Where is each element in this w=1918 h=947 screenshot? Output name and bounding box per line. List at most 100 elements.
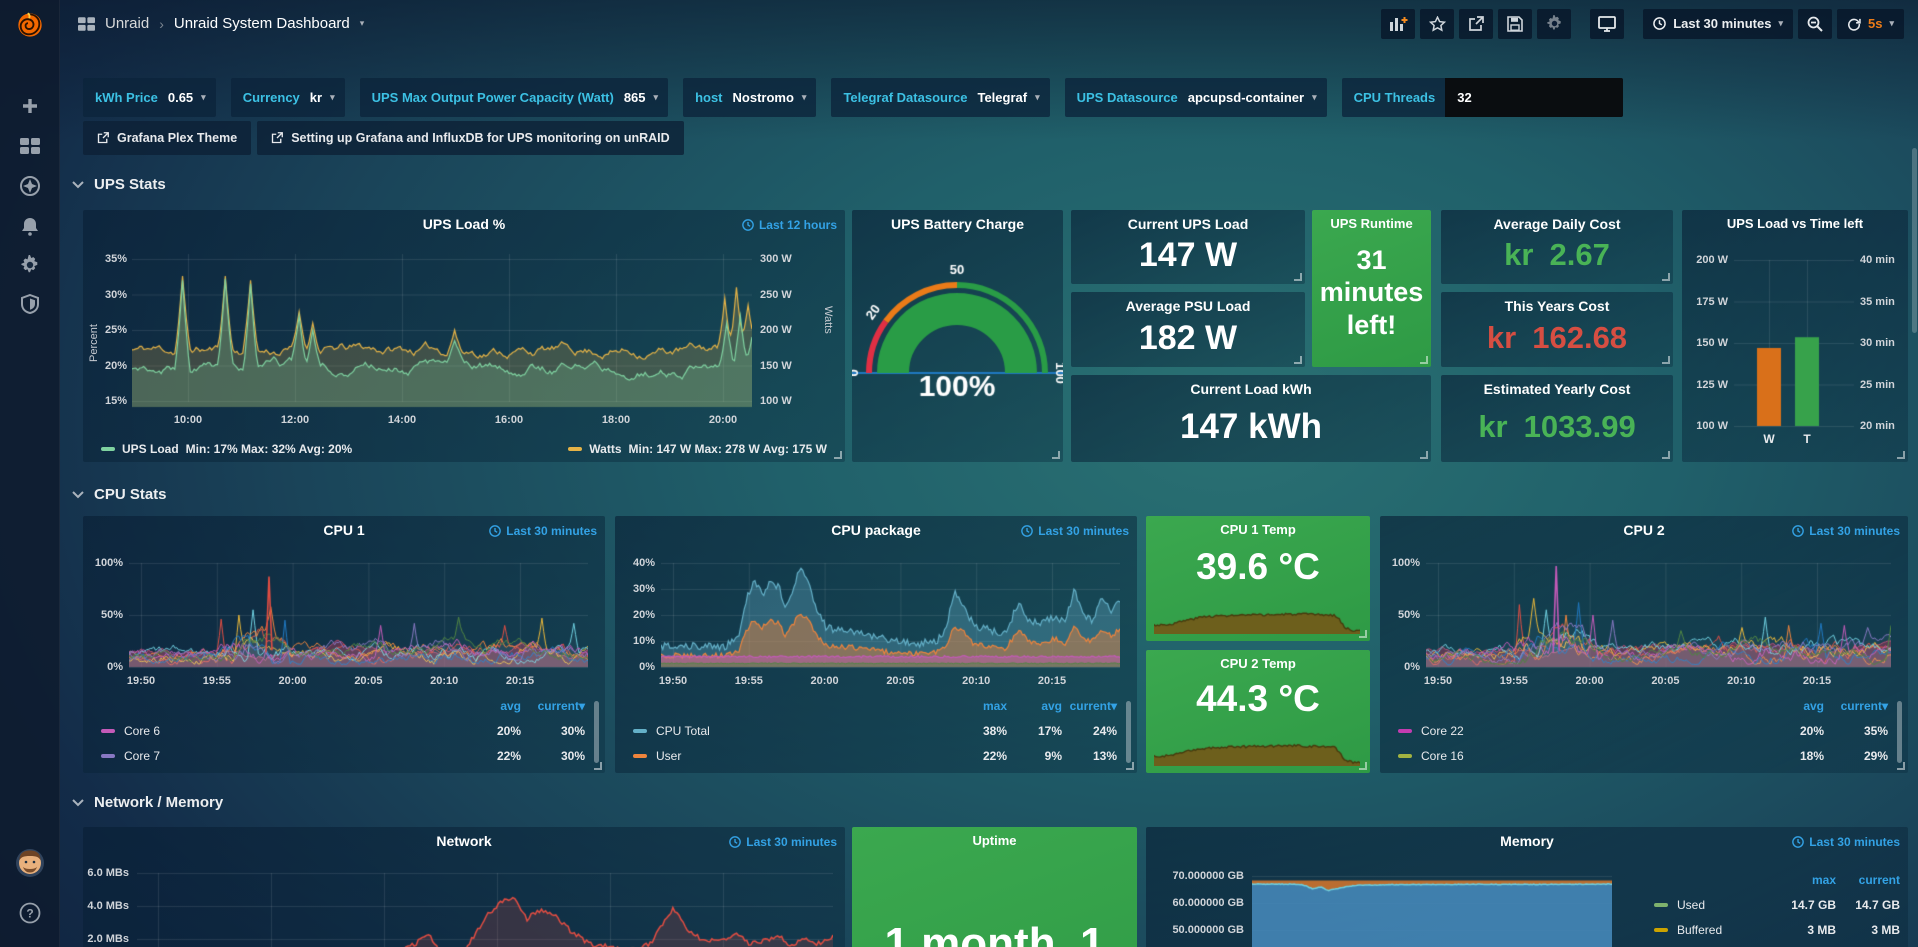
axis-tick: 50% [83, 608, 123, 622]
legend-row[interactable]: Core 620%30% [101, 718, 585, 743]
panel-title[interactable]: CPU 1 Temp [1146, 522, 1370, 537]
panel-title[interactable]: Estimated Yearly Cost [1441, 381, 1673, 397]
link-ups-monitoring-guide[interactable]: Setting up Grafana and InfluxDB for UPS … [257, 121, 683, 155]
chevron-down-icon: ▾ [1889, 19, 1894, 28]
chevron-down-icon [72, 799, 84, 807]
time-range-badge[interactable]: Last 30 minutes [1021, 524, 1129, 538]
chart-canvas[interactable] [137, 867, 833, 947]
chevron-down-icon: ▾ [654, 93, 659, 102]
time-range-picker[interactable]: Last 30 minutes ▾ [1643, 9, 1793, 39]
panel-title[interactable]: Current UPS Load [1071, 216, 1305, 232]
variable-currency[interactable]: Currencykr▾ [231, 78, 345, 117]
legend-sort-current[interactable]: current▾ [521, 699, 585, 713]
sidebar-item-dashboards[interactable] [0, 128, 60, 164]
panel-title[interactable]: Uptime [852, 833, 1137, 848]
time-range-badge[interactable]: Last 30 minutes [1792, 835, 1900, 849]
sidebar-item-alerting[interactable] [0, 208, 60, 244]
variable-telegraf-datasource[interactable]: Telegraf DatasourceTelegraf▾ [831, 78, 1049, 117]
axis-tick: 19:50 [1414, 674, 1462, 688]
sidebar-item-configuration[interactable] [0, 247, 60, 283]
sidebar-item-profile[interactable] [0, 845, 60, 881]
chart-canvas[interactable] [852, 236, 1063, 450]
variable-host[interactable]: hostNostromo▾ [683, 78, 816, 117]
series-marker [568, 447, 582, 451]
grafana-logo[interactable] [0, 6, 60, 44]
save-dashboard-button[interactable] [1498, 9, 1532, 39]
time-range-badge[interactable]: Last 30 minutes [489, 524, 597, 538]
legend-row[interactable]: CPU Total38%17%24% [633, 718, 1117, 743]
panel-title[interactable]: Average PSU Load [1071, 298, 1305, 314]
series-marker [101, 754, 115, 758]
add-panel-button[interactable] [1381, 9, 1415, 39]
legend-sort-avg[interactable]: avg [457, 699, 521, 713]
link-grafana-plex-theme[interactable]: Grafana Plex Theme [83, 121, 251, 155]
sidebar-item-create[interactable] [0, 88, 60, 124]
legend-sort-max[interactable]: max [1772, 873, 1836, 887]
time-range-badge[interactable]: Last 12 hours [742, 218, 837, 232]
sidebar: ? [0, 0, 60, 947]
legend-sort-max[interactable]: max [952, 699, 1007, 713]
legend-row[interactable]: Buffered3 MB3 MB [1654, 917, 1900, 942]
panel-title[interactable]: CPU 2 Temp [1146, 656, 1370, 671]
axis-tick: 20:05 [1641, 674, 1689, 688]
chart-canvas[interactable] [1252, 871, 1612, 947]
legend-sort-current[interactable]: current▾ [1824, 699, 1888, 713]
panel-title[interactable]: UPS Load % [83, 216, 845, 232]
legend-scrollbar[interactable] [1126, 701, 1131, 763]
series-marker [101, 447, 115, 451]
section-network-memory[interactable]: Network / Memory [72, 794, 223, 811]
legend-item-watts[interactable]: WattsMin: 147 W Max: 278 W Avg: 175 W [568, 442, 827, 456]
breadcrumb-caret-icon[interactable]: ▾ [360, 19, 365, 28]
page-scrollbar[interactable] [1912, 148, 1917, 333]
panel-title[interactable]: UPS Battery Charge [852, 216, 1063, 232]
chart-canvas[interactable] [1154, 602, 1360, 634]
chart-canvas[interactable] [1154, 734, 1360, 766]
section-cpu-stats[interactable]: CPU Stats [72, 486, 167, 503]
legend-item-ups-load[interactable]: UPS LoadMin: 17% Max: 32% Avg: 20% [101, 442, 352, 456]
legend-sort-current[interactable]: current▾ [1062, 699, 1117, 713]
sidebar-item-explore[interactable] [0, 168, 60, 204]
legend-row[interactable]: Core 722%30% [101, 743, 585, 768]
chart-canvas[interactable] [1426, 561, 1891, 669]
legend-row[interactable]: Used14.7 GB14.7 GB [1654, 892, 1900, 917]
variable-kwh-price[interactable]: kWh Price0.65▾ [83, 78, 216, 117]
star-dashboard-button[interactable] [1420, 9, 1454, 39]
legend-row[interactable]: User22%9%13% [633, 743, 1117, 768]
panel-title[interactable]: Current Load kWh [1071, 381, 1431, 397]
breadcrumb-section[interactable]: Unraid [105, 15, 149, 32]
chart-canvas[interactable] [129, 561, 588, 669]
legend-row[interactable]: Core 2220%35% [1398, 718, 1888, 743]
navbar: Unraid › Unraid System Dashboard ▾ [60, 0, 1918, 47]
axis-tick: 2.0 MBs [83, 932, 129, 946]
clock-icon [742, 219, 754, 231]
cpu-threads-input[interactable]: 32 [1445, 78, 1623, 117]
legend-row[interactable]: Core 1618%29% [1398, 743, 1888, 768]
chart-canvas[interactable] [1682, 210, 1908, 462]
legend-sort-avg[interactable]: avg [1007, 699, 1062, 713]
cycle-view-mode-button[interactable] [1590, 9, 1624, 39]
variable-ups-datasource[interactable]: UPS Datasourceapcupsd-container▾ [1065, 78, 1327, 117]
panel-title[interactable]: Average Daily Cost [1441, 216, 1673, 232]
refresh-picker[interactable]: 5s ▾ [1837, 9, 1904, 39]
variable-ups-max-output[interactable]: UPS Max Output Power Capacity (Watt)865▾ [360, 78, 668, 117]
panel-title[interactable]: UPS Runtime [1312, 216, 1431, 231]
sidebar-item-server-admin[interactable] [0, 286, 60, 322]
section-ups-stats[interactable]: UPS Stats [72, 176, 166, 193]
panel-title[interactable]: This Years Cost [1441, 298, 1673, 314]
sidebar-item-help[interactable]: ? [0, 895, 60, 931]
chevron-down-icon: ▾ [802, 93, 807, 102]
chart-canvas[interactable] [661, 561, 1120, 669]
legend-scrollbar[interactable] [1897, 701, 1902, 763]
breadcrumb: Unraid › Unraid System Dashboard ▾ [78, 15, 364, 32]
legend-sort-current[interactable]: current [1836, 873, 1900, 887]
chart-canvas[interactable] [132, 250, 752, 408]
share-dashboard-button[interactable] [1459, 9, 1493, 39]
time-range-badge[interactable]: Last 30 minutes [1792, 524, 1900, 538]
time-range-badge[interactable]: Last 30 minutes [729, 835, 837, 849]
share-icon [1468, 16, 1484, 32]
legend-scrollbar[interactable] [594, 701, 599, 763]
zoom-out-time-button[interactable] [1798, 9, 1832, 39]
breadcrumb-page[interactable]: Unraid System Dashboard [174, 15, 350, 32]
dashboard-settings-button[interactable] [1537, 9, 1571, 39]
legend-sort-avg[interactable]: avg [1760, 699, 1824, 713]
